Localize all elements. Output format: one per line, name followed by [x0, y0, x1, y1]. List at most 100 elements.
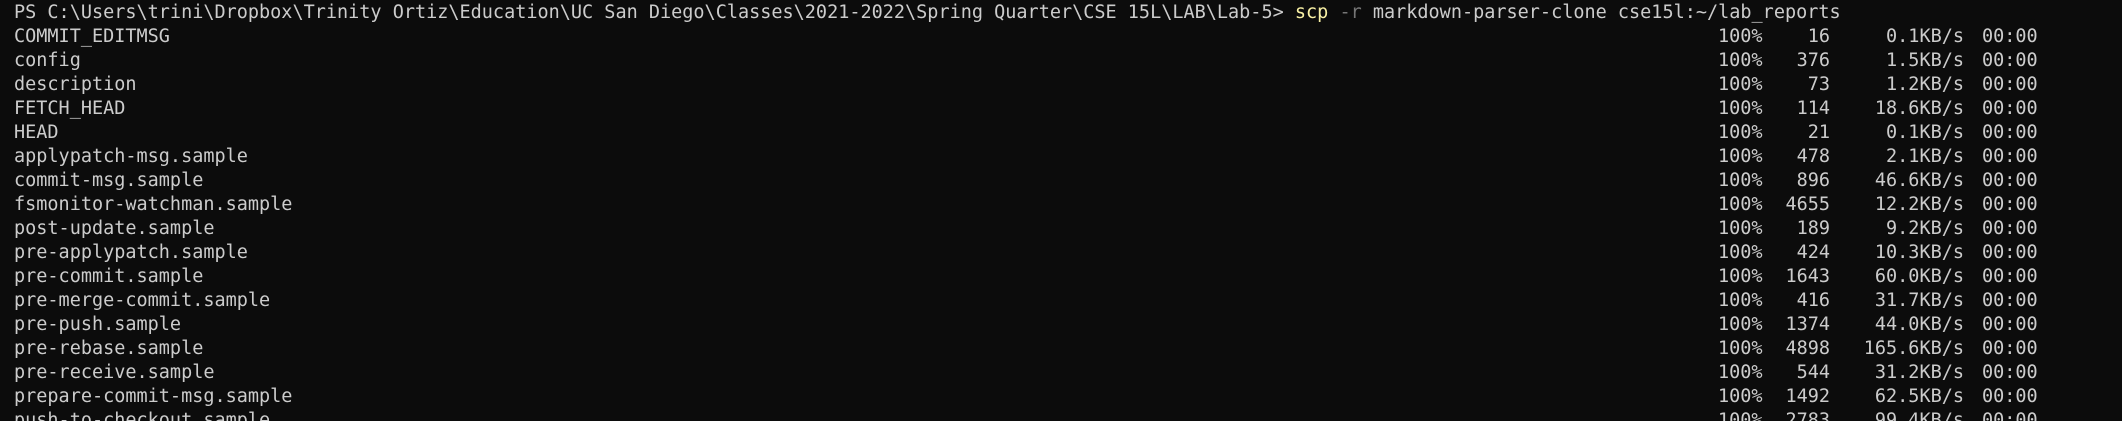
file-size: 4898	[1785, 338, 1830, 359]
file-name: pre-merge-commit.sample	[14, 290, 271, 311]
transfer-percent: 100%	[1718, 266, 1763, 287]
transfer-rate: 18.6KB/s	[1874, 98, 1964, 119]
transfer-rate: 2.1KB/s	[1886, 146, 1964, 167]
file-size: 1643	[1785, 266, 1830, 287]
file-size: 2783	[1785, 410, 1830, 421]
transfer-percent: 100%	[1718, 410, 1763, 421]
file-size: 416	[1796, 290, 1830, 311]
file-size: 4655	[1785, 194, 1830, 215]
transfer-time: 00:00	[1982, 98, 2038, 119]
command-line: PS C:\Users\trini\Dropbox\Trinity Ortiz\…	[14, 1, 2122, 25]
transfer-percent: 100%	[1718, 98, 1763, 119]
transfer-percent: 100%	[1718, 26, 1763, 47]
file-name: pre-receive.sample	[14, 362, 215, 383]
file-name: HEAD	[14, 122, 59, 143]
file-name: pre-rebase.sample	[14, 338, 204, 359]
transfer-percent: 100%	[1718, 50, 1763, 71]
file-size: 189	[1796, 218, 1830, 239]
file-name: applypatch-msg.sample	[14, 146, 248, 167]
file-size: 1492	[1785, 386, 1830, 407]
transfer-time: 00:00	[1982, 194, 2038, 215]
file-name: config	[14, 50, 81, 71]
transfer-time: 00:00	[1982, 266, 2038, 287]
file-size: 544	[1796, 362, 1830, 383]
transfer-time: 00:00	[1982, 146, 2038, 167]
transfer-time: 00:00	[1982, 410, 2038, 421]
transfer-row: post-update.sample 100% 189 9.2KB/s 00:00	[14, 217, 2122, 241]
transfer-row: pre-merge-commit.sample 100% 416 31.7KB/s 00…	[14, 289, 2122, 313]
file-name: post-update.sample	[14, 218, 215, 239]
transfer-percent: 100%	[1718, 146, 1763, 167]
file-name: commit-msg.sample	[14, 170, 204, 191]
transfer-list: COMMIT_EDITMSG 100% 16 0.1KB/s 00:00 config 10…	[14, 25, 2122, 421]
transfer-time: 00:00	[1982, 242, 2038, 263]
transfer-time: 00:00	[1982, 26, 2038, 47]
transfer-time: 00:00	[1982, 338, 2038, 359]
file-name: COMMIT_EDITMSG	[14, 26, 170, 47]
transfer-row: pre-commit.sample 100% 1643 60.0KB/s 00:00	[14, 265, 2122, 289]
transfer-rate: 12.2KB/s	[1874, 194, 1964, 215]
transfer-row: config 100% 376 1.5KB/s 00:00	[14, 49, 2122, 73]
transfer-row: FETCH_HEAD 100% 114 18.6KB/s 00:00	[14, 97, 2122, 121]
transfer-percent: 100%	[1718, 170, 1763, 191]
transfer-rate: 31.2KB/s	[1874, 362, 1964, 383]
file-name: pre-push.sample	[14, 314, 182, 335]
file-name: description	[14, 74, 137, 95]
file-size: 21	[1807, 122, 1830, 143]
transfer-rate: 0.1KB/s	[1886, 122, 1964, 143]
file-size: 73	[1807, 74, 1830, 95]
file-name: pre-applypatch.sample	[14, 242, 248, 263]
transfer-percent: 100%	[1718, 338, 1763, 359]
command-args: markdown-parser-clone cse15l:~/lab_repor…	[1372, 2, 1841, 23]
transfer-row: pre-push.sample 100% 1374 44.0KB/s 00:00	[14, 313, 2122, 337]
transfer-rate: 44.0KB/s	[1874, 314, 1964, 335]
file-size: 376	[1796, 50, 1830, 71]
transfer-time: 00:00	[1982, 386, 2038, 407]
file-size: 896	[1796, 170, 1830, 191]
transfer-rate: 31.7KB/s	[1874, 290, 1964, 311]
transfer-row: pre-rebase.sample 100% 4898 165.6KB/s 00:00	[14, 337, 2122, 361]
transfer-percent: 100%	[1718, 314, 1763, 335]
transfer-rate: 99.4KB/s	[1874, 410, 1964, 421]
transfer-percent: 100%	[1718, 122, 1763, 143]
transfer-row: commit-msg.sample 100% 896 46.6KB/s 00:00	[14, 169, 2122, 193]
transfer-row: pre-applypatch.sample 100% 424 10.3KB/s 00:0…	[14, 241, 2122, 265]
transfer-percent: 100%	[1718, 386, 1763, 407]
transfer-row: push-to-checkout.sample 100% 2783 99.4KB/s 0…	[14, 409, 2122, 421]
file-size: 16	[1807, 26, 1830, 47]
transfer-percent: 100%	[1718, 242, 1763, 263]
file-name: prepare-commit-msg.sample	[14, 386, 293, 407]
file-name: push-to-checkout.sample	[14, 410, 271, 421]
transfer-rate: 9.2KB/s	[1886, 218, 1964, 239]
transfer-percent: 100%	[1718, 362, 1763, 383]
prompt-path: PS C:\Users\trini\Dropbox\Trinity Ortiz\…	[14, 2, 1295, 23]
transfer-row: applypatch-msg.sample 100% 478 2.1KB/s 00:00	[14, 145, 2122, 169]
transfer-time: 00:00	[1982, 290, 2038, 311]
command-name: scp	[1294, 2, 1329, 23]
transfer-rate: 10.3KB/s	[1874, 242, 1964, 263]
transfer-rate: 1.2KB/s	[1886, 74, 1964, 95]
transfer-rate: 0.1KB/s	[1886, 26, 1964, 47]
transfer-row: COMMIT_EDITMSG 100% 16 0.1KB/s 00:00	[14, 25, 2122, 49]
transfer-rate: 1.5KB/s	[1886, 50, 1964, 71]
transfer-percent: 100%	[1718, 74, 1763, 95]
transfer-time: 00:00	[1982, 74, 2038, 95]
file-size: 478	[1796, 146, 1830, 167]
file-name: FETCH_HEAD	[14, 98, 126, 119]
transfer-rate: 46.6KB/s	[1874, 170, 1964, 191]
transfer-time: 00:00	[1982, 170, 2038, 191]
file-size: 424	[1796, 242, 1830, 263]
transfer-rate: 60.0KB/s	[1874, 266, 1964, 287]
transfer-time: 00:00	[1982, 314, 2038, 335]
file-size: 114	[1796, 98, 1830, 119]
transfer-percent: 100%	[1718, 218, 1763, 239]
transfer-row: fsmonitor-watchman.sample 100% 4655 12.2KB/…	[14, 193, 2122, 217]
terminal-window[interactable]: PS C:\Users\trini\Dropbox\Trinity Ortiz\…	[0, 0, 2122, 421]
transfer-time: 00:00	[1982, 50, 2038, 71]
transfer-rate: 165.6KB/s	[1863, 338, 1964, 359]
transfer-percent: 100%	[1718, 194, 1763, 215]
file-name: fsmonitor-watchman.sample	[14, 194, 293, 215]
transfer-row: HEAD 100% 21 0.1KB/s 00:00	[14, 121, 2122, 145]
transfer-time: 00:00	[1982, 218, 2038, 239]
transfer-rate: 62.5KB/s	[1874, 386, 1964, 407]
